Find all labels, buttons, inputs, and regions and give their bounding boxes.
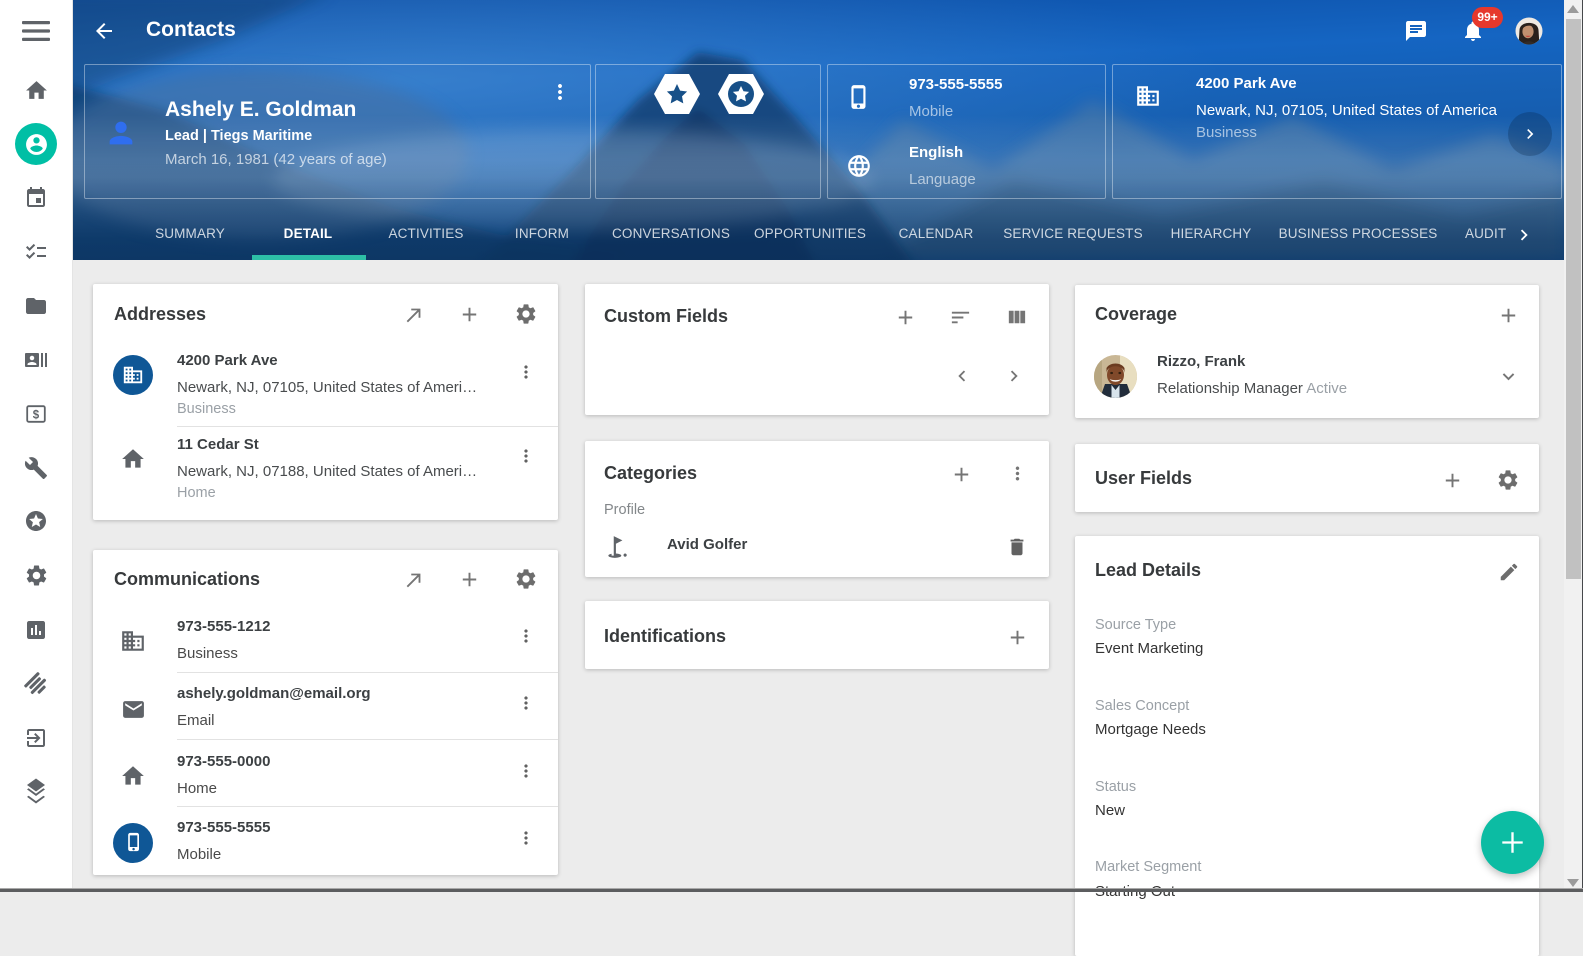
svg-text:$: $ xyxy=(33,409,40,421)
